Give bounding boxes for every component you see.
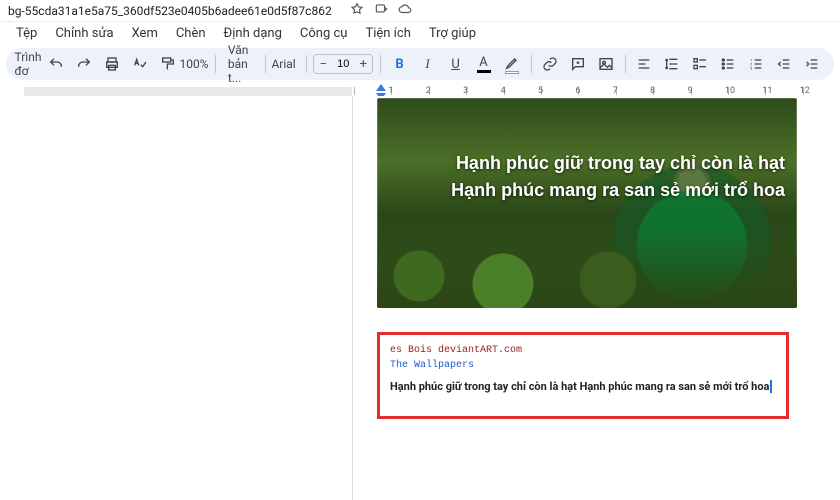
paint-format-button[interactable] — [156, 52, 180, 76]
menu-format[interactable]: Định dạng — [216, 24, 290, 43]
bold-button[interactable]: B — [388, 52, 412, 76]
text-cursor — [770, 380, 772, 393]
editing-mode-dropdown[interactable]: Trình đơ — [16, 52, 40, 76]
browser-tab-title: bg-55cda31a1e5a75_360df523e0405b6adee61e… — [0, 0, 840, 22]
image-text-line-2: Hạnh phúc mang ra san sẻ mới trổ hoa — [417, 177, 785, 204]
ocr-credit-line: es Bois deviantART.com — [390, 345, 776, 356]
underline-button[interactable]: U — [444, 52, 468, 76]
move-icon[interactable] — [374, 2, 388, 20]
insert-comment-button[interactable] — [566, 52, 590, 76]
align-button[interactable] — [632, 52, 656, 76]
bulleted-list-button[interactable] — [716, 52, 740, 76]
font-size-input[interactable] — [332, 58, 354, 70]
header-image[interactable]: Hạnh phúc giữ trong tay chỉ còn là hạt H… — [377, 98, 797, 308]
menu-extensions[interactable]: Tiện ích — [357, 24, 418, 43]
first-line-indent-marker[interactable] — [376, 84, 386, 91]
spellcheck-button[interactable] — [128, 52, 152, 76]
font-dropdown[interactable]: Arial — [272, 52, 299, 76]
menu-insert[interactable]: Chèn — [168, 24, 214, 43]
insert-image-button[interactable] — [594, 52, 618, 76]
font-size-control: − + — [313, 54, 373, 74]
menu-help[interactable]: Trợ giúp — [421, 24, 484, 43]
print-button[interactable] — [100, 52, 124, 76]
checklist-button[interactable] — [688, 52, 712, 76]
line-spacing-button[interactable] — [660, 52, 684, 76]
redo-button[interactable] — [72, 52, 96, 76]
font-label: Arial — [271, 57, 295, 71]
menu-tools[interactable]: Công cụ — [292, 24, 356, 43]
menu-edit[interactable]: Chỉnh sửa — [47, 24, 121, 43]
highlighted-text-block[interactable]: es Bois deviantART.com The Wallpapers Hạ… — [377, 332, 789, 419]
menubar: Tệp Chỉnh sửa Xem Chèn Định dạng Công cụ… — [0, 22, 840, 44]
insert-link-button[interactable] — [538, 52, 562, 76]
ocr-body-content: Hạnh phúc giữ trong tay chỉ còn là hạt H… — [390, 380, 769, 393]
image-overlay-text: Hạnh phúc giữ trong tay chỉ còn là hạt H… — [417, 150, 785, 204]
document-title: bg-55cda31a1e5a75_360df523e0405b6adee61e… — [8, 4, 332, 18]
zoom-value: 100% — [180, 57, 209, 71]
ocr-title-line: The Wallpapers — [390, 360, 776, 371]
style-label: Văn bản t... — [228, 43, 249, 85]
font-size-decrease[interactable]: − — [314, 55, 332, 73]
style-dropdown[interactable]: Văn bản t... — [222, 52, 258, 76]
document-canvas[interactable]: Hạnh phúc giữ trong tay chỉ còn là hạt H… — [0, 96, 840, 500]
star-icon[interactable] — [350, 2, 364, 20]
decrease-indent-button[interactable] — [772, 52, 796, 76]
highlight-color-button[interactable] — [500, 52, 524, 76]
undo-button[interactable] — [44, 52, 68, 76]
image-text-line-1: Hạnh phúc giữ trong tay chỉ còn là hạt — [417, 150, 785, 177]
cloud-icon[interactable] — [398, 2, 412, 20]
editing-mode-label: Trình đơ — [15, 50, 42, 78]
numbered-list-button[interactable]: 123 — [744, 52, 768, 76]
italic-button[interactable]: I — [416, 52, 440, 76]
font-size-increase[interactable]: + — [354, 55, 372, 73]
menu-view[interactable]: Xem — [124, 24, 166, 43]
zoom-dropdown[interactable]: 100% — [184, 52, 208, 76]
increase-indent-button[interactable] — [800, 52, 824, 76]
toolbar: Trình đơ 100% Văn bản t... Arial − + B I… — [6, 48, 834, 80]
highlighter-icon — [504, 55, 520, 71]
text-color-button[interactable]: A — [472, 52, 496, 76]
menu-file[interactable]: Tệp — [8, 24, 45, 43]
svg-text:3: 3 — [750, 65, 752, 70]
page: Hạnh phúc giữ trong tay chỉ còn là hạt H… — [352, 96, 832, 500]
image-foreground — [377, 228, 797, 308]
ocr-body-text[interactable]: Hạnh phúc giữ trong tay chỉ còn là hạt H… — [390, 379, 776, 394]
